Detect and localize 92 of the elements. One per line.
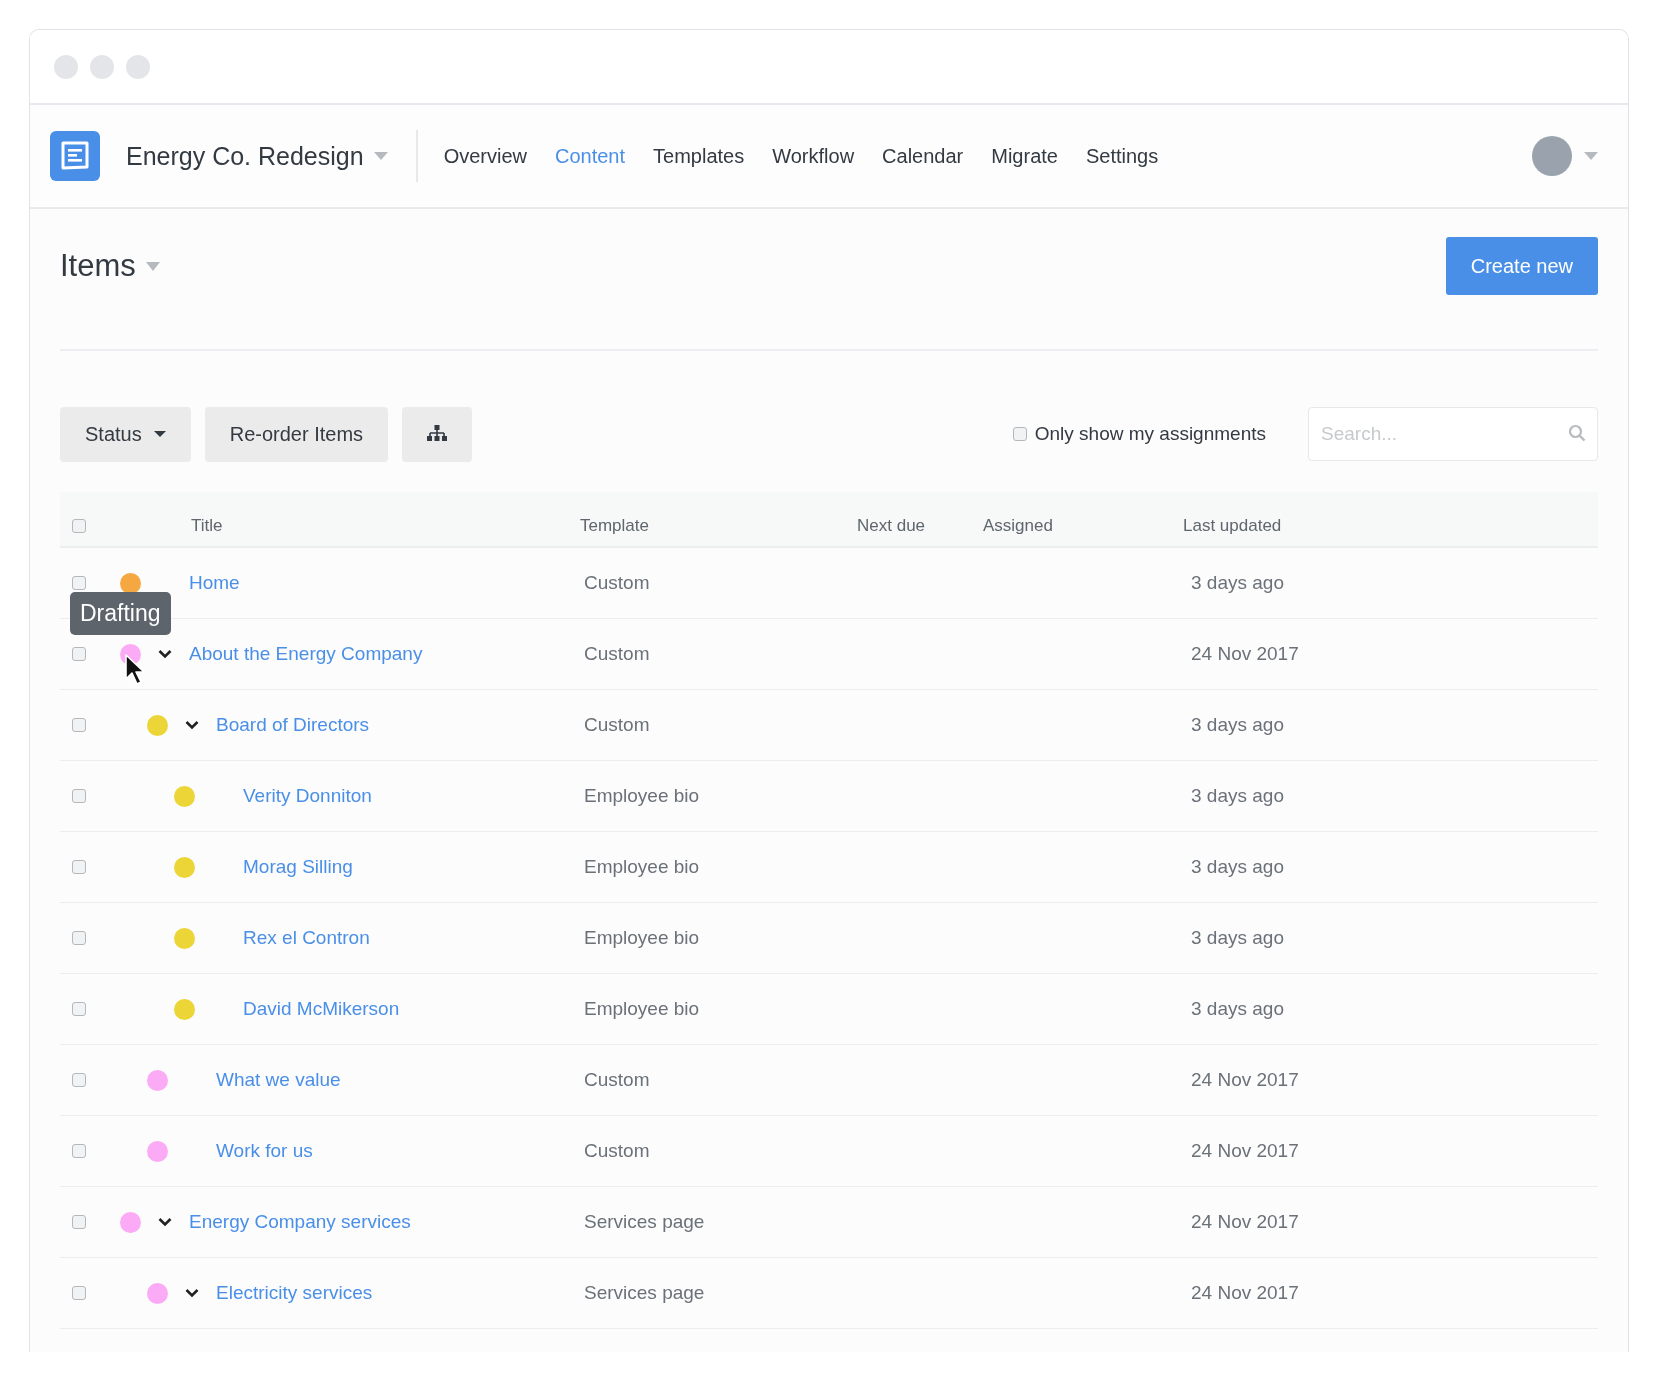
sitemap-icon	[427, 425, 448, 443]
nav-tab[interactable]: Templates	[653, 144, 745, 168]
nav-tab[interactable]: Overview	[443, 144, 527, 168]
chevron-down-icon[interactable]	[158, 1217, 172, 1227]
caret-icon	[373, 152, 388, 160]
nav-tab[interactable]: Calendar	[882, 144, 964, 168]
status-dot[interactable]	[147, 714, 168, 736]
item-title-link[interactable]: What we value	[216, 1069, 341, 1091]
row-checkbox[interactable]	[72, 1144, 86, 1158]
row-checkbox[interactable]	[72, 789, 86, 803]
create-new-button[interactable]: Create new	[1445, 237, 1598, 295]
template-cell: Custom	[584, 572, 650, 593]
status-dot[interactable]	[174, 998, 195, 1020]
caret-icon	[145, 261, 160, 271]
column-header[interactable]: Assigned	[983, 516, 1053, 535]
template-cell: Employee bio	[584, 927, 700, 948]
window-control-icon[interactable]	[54, 54, 78, 79]
chevron-down-icon[interactable]	[185, 720, 199, 730]
row-checkbox[interactable]	[72, 647, 86, 661]
last-updated-cell: 3 days ago	[1191, 998, 1284, 1019]
search-field[interactable]: Search...	[1308, 407, 1598, 461]
nav-tab[interactable]: Content	[555, 144, 626, 168]
last-updated-cell: 3 days ago	[1191, 572, 1284, 593]
row-checkbox[interactable]	[72, 1073, 86, 1087]
search-icon	[1568, 424, 1586, 442]
row-checkbox[interactable]	[72, 1002, 86, 1016]
item-title-link[interactable]: Board of Directors	[216, 714, 370, 736]
row-checkbox[interactable]	[72, 1215, 86, 1229]
row-checkbox[interactable]	[72, 860, 86, 874]
status-dot[interactable]	[147, 1069, 168, 1091]
row-checkbox[interactable]	[72, 718, 86, 732]
item-title-link[interactable]: Home	[189, 572, 240, 594]
last-updated-cell: 24 Nov 2017	[1191, 1211, 1299, 1232]
item-title-link[interactable]: Morag Silling	[243, 856, 353, 878]
status-dot[interactable]	[147, 1282, 168, 1304]
item-title-link[interactable]: Work for us	[216, 1140, 313, 1162]
page-title-menu[interactable]: Items	[60, 248, 160, 284]
template-cell: Custom	[584, 1069, 650, 1090]
chevron-down-icon[interactable]	[158, 649, 172, 659]
column-header[interactable]: Next due	[857, 516, 926, 535]
last-updated-cell: 24 Nov 2017	[1191, 643, 1299, 664]
status-dot[interactable]	[174, 785, 195, 807]
template-cell: Services page	[584, 1282, 705, 1303]
window-control-icon[interactable]	[126, 54, 150, 79]
row-checkbox[interactable]	[72, 576, 86, 590]
item-title-link[interactable]: Energy Company services	[189, 1211, 411, 1233]
status-dot[interactable]	[120, 572, 141, 594]
last-updated-cell: 24 Nov 2017	[1191, 1282, 1299, 1303]
item-title-link[interactable]: Verity Donniton	[243, 785, 372, 807]
row-checkbox[interactable]	[72, 931, 86, 945]
last-updated-cell: 24 Nov 2017	[1191, 1140, 1299, 1161]
checkbox-label: Only show my assignments	[1034, 423, 1266, 445]
column-header[interactable]: Last updated	[1183, 516, 1282, 535]
template-cell: Employee bio	[584, 785, 700, 806]
column-header[interactable]: Title	[191, 516, 223, 536]
item-title-link[interactable]: About the Energy Company	[189, 643, 423, 665]
template-cell: Custom	[584, 714, 650, 735]
status-dot[interactable]	[120, 1211, 141, 1233]
document-logo-icon[interactable]	[50, 131, 100, 181]
chevron-down-icon[interactable]	[185, 1288, 199, 1298]
caret-icon	[153, 431, 166, 437]
column-header[interactable]: Template	[580, 516, 649, 535]
item-title-link[interactable]: Electricity services	[216, 1282, 373, 1304]
template-cell: Employee bio	[584, 856, 700, 877]
item-title-link[interactable]: David McMikerson	[243, 998, 400, 1020]
template-cell: Services page	[584, 1211, 705, 1232]
last-updated-cell: 3 days ago	[1191, 714, 1284, 735]
status-dot[interactable]	[174, 927, 195, 949]
nav-tab[interactable]: Migrate	[991, 144, 1058, 168]
select-all-checkbox[interactable]	[72, 519, 86, 533]
caret-icon[interactable]	[1584, 152, 1598, 160]
last-updated-cell: 24 Nov 2017	[1191, 1069, 1299, 1090]
project-menu[interactable]: Energy Co. Redesign	[126, 141, 388, 171]
template-cell: Custom	[584, 643, 650, 664]
status-tooltip: Drafting	[70, 592, 171, 635]
status-dot[interactable]	[174, 856, 195, 878]
template-cell: Custom	[584, 1140, 650, 1161]
avatar-icon[interactable]	[1532, 136, 1572, 176]
window-control-icon[interactable]	[90, 54, 114, 79]
row-checkbox[interactable]	[72, 1286, 86, 1300]
last-updated-cell: 3 days ago	[1191, 856, 1284, 877]
last-updated-cell: 3 days ago	[1191, 785, 1284, 806]
reorder-items-button[interactable]: Re-order Items	[204, 406, 389, 462]
template-cell: Employee bio	[584, 998, 700, 1019]
last-updated-cell: 3 days ago	[1191, 927, 1284, 948]
checkbox[interactable]	[1012, 427, 1027, 441]
nav-tab[interactable]: Workflow	[772, 144, 855, 168]
sitemap-view-button[interactable]	[402, 406, 473, 462]
item-title-link[interactable]: Rex el Contron	[243, 927, 370, 949]
nav-tab[interactable]: Settings	[1085, 144, 1159, 168]
status-dot[interactable]	[147, 1140, 168, 1162]
status-filter-button[interactable]: Status	[60, 406, 191, 462]
